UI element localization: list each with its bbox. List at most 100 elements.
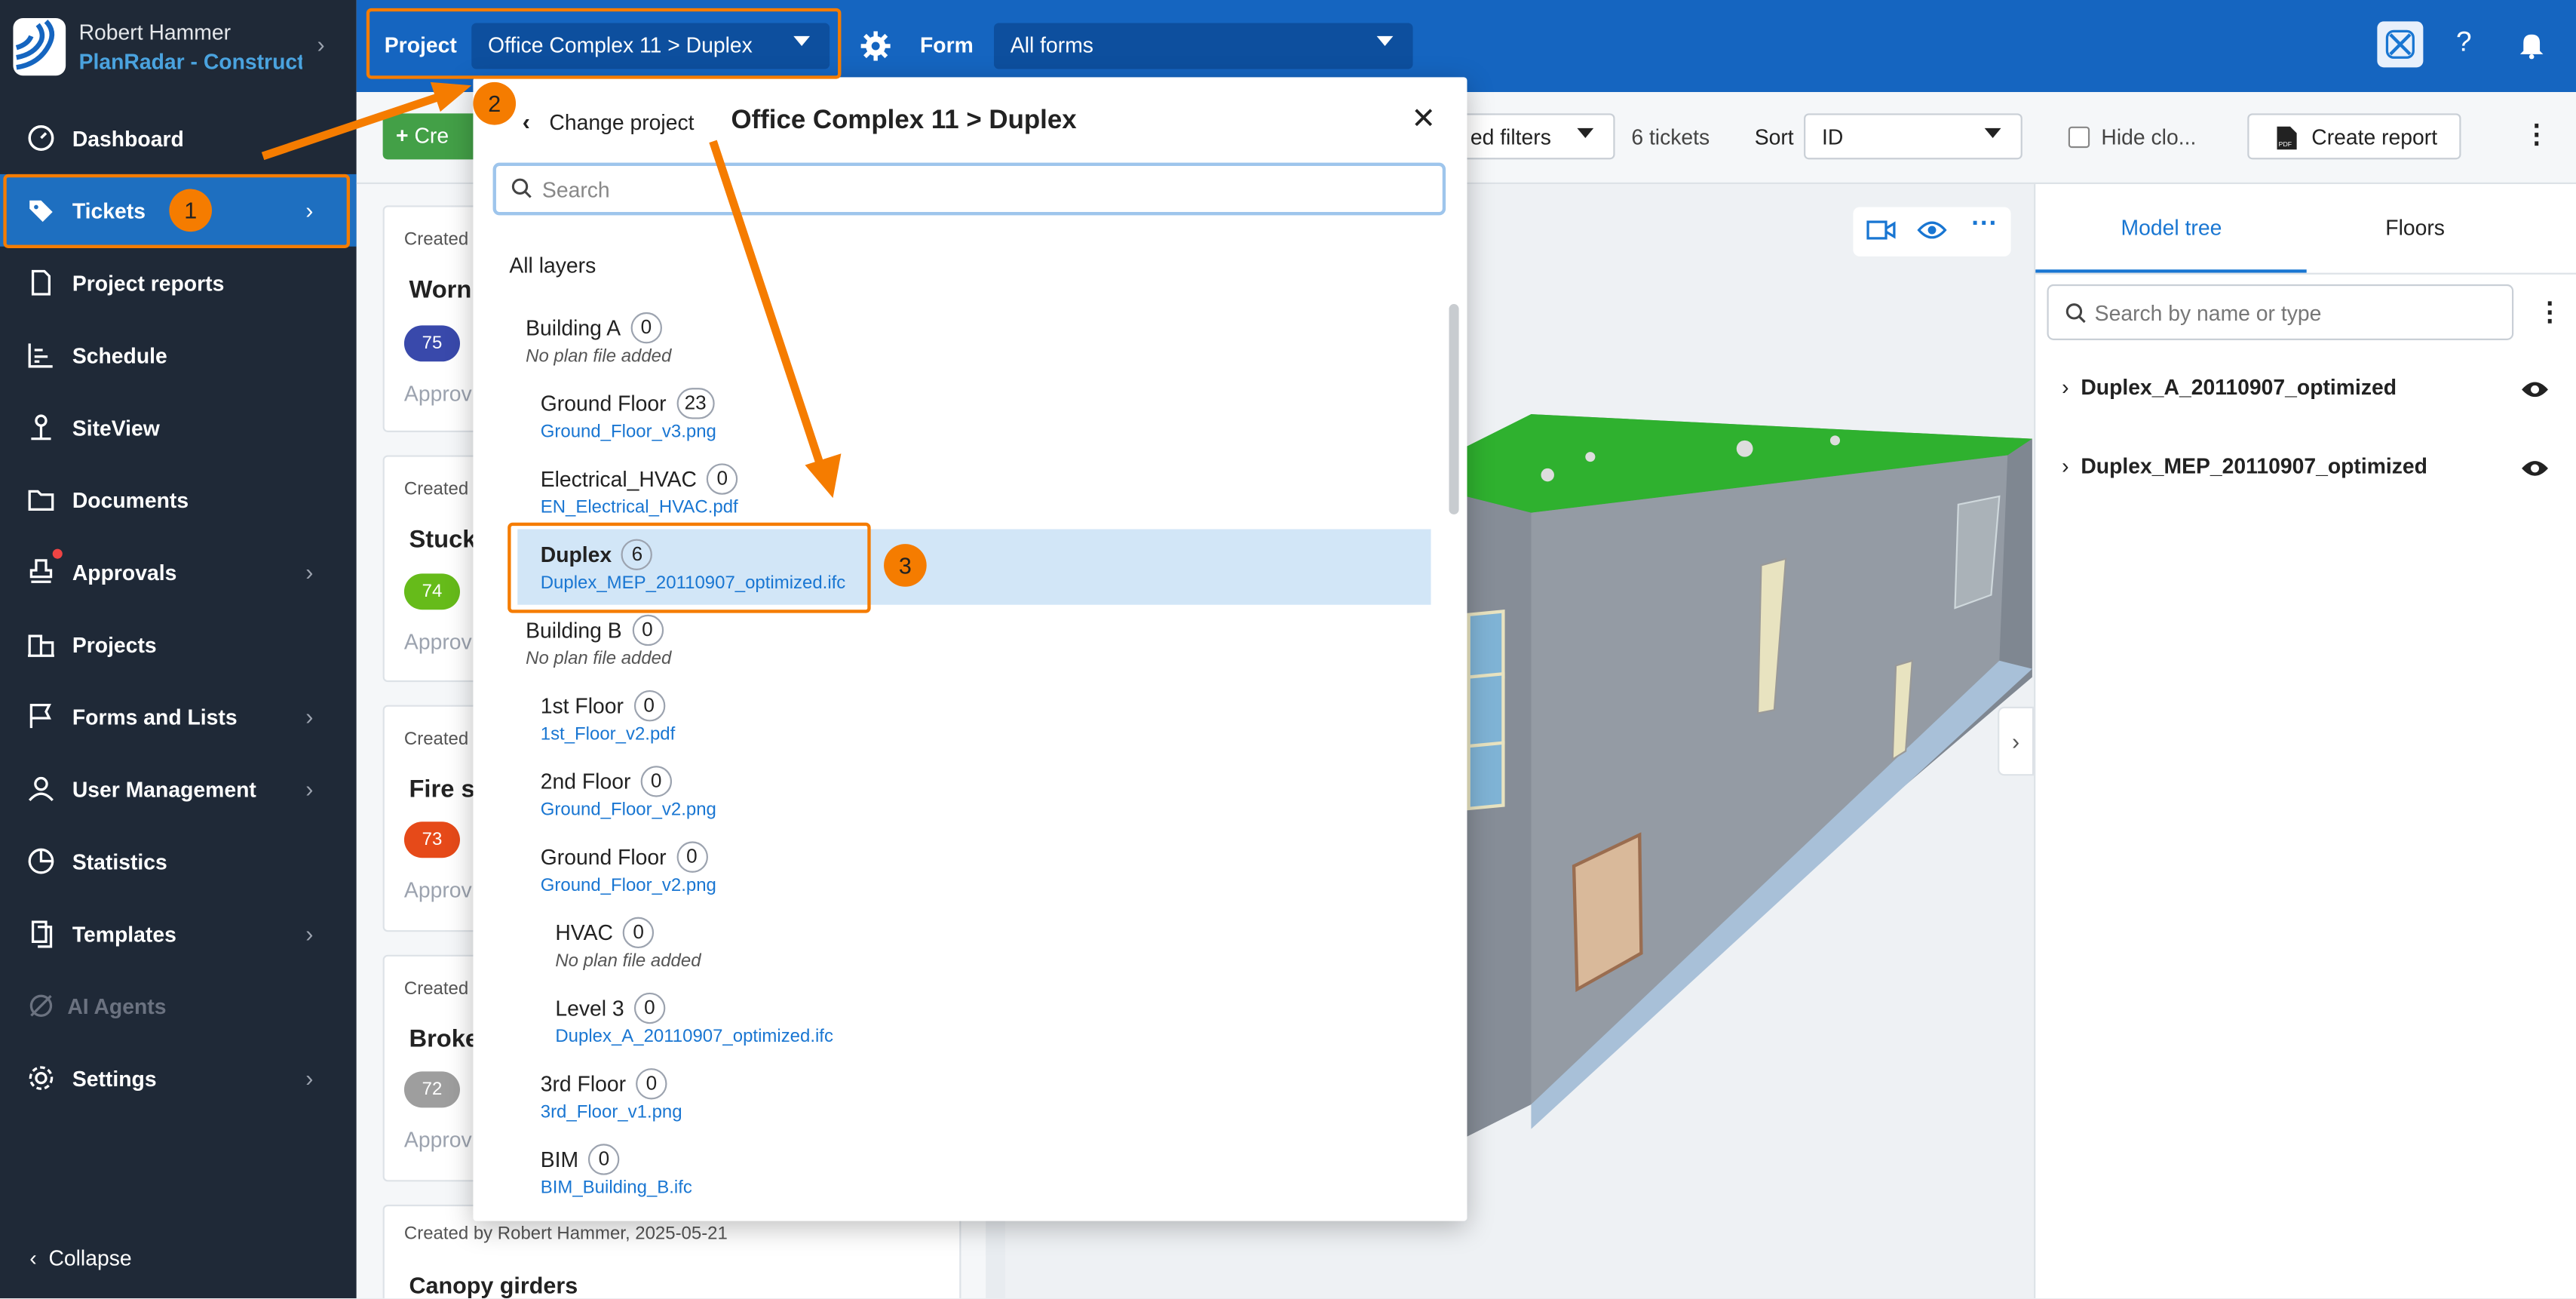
layer-file: No plan file added <box>555 951 701 972</box>
apps-icon <box>2385 29 2415 59</box>
nav-settings[interactable]: Settings › <box>0 1042 357 1114</box>
annotation-highlight-project <box>366 8 842 79</box>
search-icon <box>2065 303 2086 324</box>
nav-statistics[interactable]: Statistics <box>0 825 357 898</box>
layer-file[interactable]: BIM_Building_B.ifc <box>541 1178 692 1198</box>
layer-item[interactable]: Ground Floor 0 <box>540 841 708 873</box>
change-project-button[interactable]: ‹ Change project <box>523 109 695 135</box>
layer-name: 1st Floor <box>540 693 624 719</box>
nav-templates[interactable]: Templates › <box>0 897 357 969</box>
ai-agents-icon <box>29 994 53 1017</box>
nav-user-management[interactable]: User Management › <box>0 753 357 825</box>
layer-file[interactable]: 1st_Floor_v2.pdf <box>541 725 676 745</box>
pie-chart-icon <box>28 848 54 874</box>
layer-item[interactable]: Building A 0 <box>526 312 662 344</box>
nav-schedule[interactable]: Schedule <box>0 319 357 392</box>
chevron-right-icon: › <box>305 558 314 585</box>
nav-forms-and-lists[interactable]: Forms and Lists › <box>0 680 357 753</box>
layer-count: 0 <box>707 463 738 495</box>
create-ticket-button[interactable]: + Cre <box>382 113 482 160</box>
nav-siteview[interactable]: SiteView <box>0 391 357 463</box>
nav-approvals[interactable]: Approvals › <box>0 536 357 608</box>
nav-project-reports[interactable]: Project reports <box>0 247 357 319</box>
dropdown-scrollbar[interactable] <box>1449 304 1459 514</box>
nav-label: Forms and Lists <box>72 704 238 729</box>
nav-documents[interactable]: Documents <box>0 463 357 536</box>
chevron-right-icon[interactable]: › <box>317 31 324 57</box>
layer-name: 3rd Floor <box>540 1071 627 1097</box>
pdf-icon: PDF <box>2277 126 2297 150</box>
apps-button[interactable] <box>2377 21 2424 68</box>
collapse-button[interactable]: ‹ Collapse <box>29 1245 131 1270</box>
layer-item[interactable]: Building B 0 <box>526 614 664 646</box>
tree-item[interactable]: › Duplex_MEP_20110907_optimized <box>2062 453 2427 478</box>
tree-item[interactable]: › Duplex_A_20110907_optimized <box>2062 375 2397 400</box>
layer-item[interactable]: 2nd Floor 0 <box>541 766 672 797</box>
org-name[interactable]: PlanRadar - Construction <box>79 49 302 74</box>
layer-item[interactable]: Ground Floor 23 <box>541 388 715 419</box>
layer-count: 0 <box>623 917 655 949</box>
ticket-title: Worn <box>409 275 472 305</box>
form-select[interactable]: All forms <box>994 23 1413 69</box>
gear-icon[interactable] <box>860 31 891 61</box>
ticket-id-badge: 74 <box>403 573 460 610</box>
layer-item[interactable]: 3rd Floor 0 <box>540 1068 667 1100</box>
layer-file[interactable]: Ground_Floor_v2.png <box>541 800 716 820</box>
chevron-right-icon: › <box>305 703 314 730</box>
layer-file[interactable]: Ground_Floor_v3.png <box>541 422 716 442</box>
nav-dashboard[interactable]: Dashboard <box>0 102 357 174</box>
layer-file[interactable]: 3rd_Floor_v1.png <box>541 1103 682 1122</box>
create-report-button[interactable]: PDF Create report <box>2247 113 2461 160</box>
chevron-right-icon: › <box>2062 374 2069 400</box>
annotation-highlight-duplex <box>508 522 871 613</box>
hide-closed-checkbox[interactable] <box>2068 126 2090 149</box>
layer-item[interactable]: HVAC 0 <box>555 917 655 949</box>
tab-floors[interactable]: Floors <box>2385 215 2445 240</box>
nav-label: Statistics <box>72 849 167 874</box>
ticket-id-badge: 72 <box>403 1071 460 1108</box>
saved-filters-select[interactable]: ed filters <box>1446 113 1615 160</box>
nav-label: Settings <box>72 1065 157 1091</box>
bell-icon[interactable] <box>2519 29 2545 60</box>
layer-file[interactable]: Duplex_A_20110907_optimized.ifc <box>555 1027 833 1047</box>
ticket-status: Approv <box>403 629 472 655</box>
tab-model-tree[interactable]: Model tree <box>2121 215 2222 240</box>
sort-value: ID <box>1822 124 1844 150</box>
sort-select[interactable]: ID <box>1804 113 2022 160</box>
all-layers-item[interactable]: All layers <box>509 253 596 278</box>
video-camera-icon[interactable] <box>1866 219 1896 241</box>
divider <box>2035 272 2576 275</box>
layer-item[interactable]: BIM 0 <box>541 1144 620 1175</box>
layer-search-input[interactable]: Search <box>492 162 1446 216</box>
create-label: Cre <box>414 123 449 149</box>
project-picker-dropdown: ‹ Change project Office Complex 11 > Dup… <box>473 77 1467 1221</box>
help-icon[interactable]: ? <box>2456 26 2472 60</box>
layer-item[interactable]: 1st Floor 0 <box>540 689 665 722</box>
layer-name: Ground Floor <box>540 844 667 870</box>
layer-item[interactable]: Electrical_HVAC 0 <box>541 463 738 495</box>
layer-name: Ground Floor <box>540 391 667 416</box>
more-vertical-icon[interactable]: ⋮ <box>2537 296 2563 329</box>
eye-icon[interactable] <box>2520 459 2550 478</box>
more-vertical-icon[interactable]: ⋮ <box>2523 118 2550 152</box>
report-icon <box>31 269 51 296</box>
layer-item[interactable]: Level 3 0 <box>555 992 666 1024</box>
annotation-badge-2: 2 <box>473 81 517 125</box>
planradar-logo <box>13 17 66 76</box>
nav-projects[interactable]: Projects <box>0 608 357 680</box>
ticket-id-badge: 73 <box>403 821 460 858</box>
eye-icon[interactable] <box>1917 219 1947 241</box>
close-icon[interactable]: ✕ <box>1411 102 1436 137</box>
model-search-input[interactable]: Search by name or type <box>2047 284 2514 340</box>
layer-file: No plan file added <box>526 649 672 669</box>
more-horizontal-icon[interactable]: ··· <box>1971 210 1998 240</box>
search-placeholder: Search by name or type <box>2094 300 2322 326</box>
eye-icon[interactable] <box>2520 379 2550 399</box>
annotation-badge-3: 3 <box>884 544 927 587</box>
layer-file[interactable]: EN_Electrical_HVAC.pdf <box>541 498 738 517</box>
search-icon <box>511 178 532 198</box>
user-name[interactable]: Robert Hammer <box>79 20 231 45</box>
layer-file[interactable]: Ground_Floor_v2.png <box>541 876 716 895</box>
expand-panel-button[interactable]: › <box>1998 706 2035 776</box>
layer-name: HVAC <box>555 920 613 945</box>
